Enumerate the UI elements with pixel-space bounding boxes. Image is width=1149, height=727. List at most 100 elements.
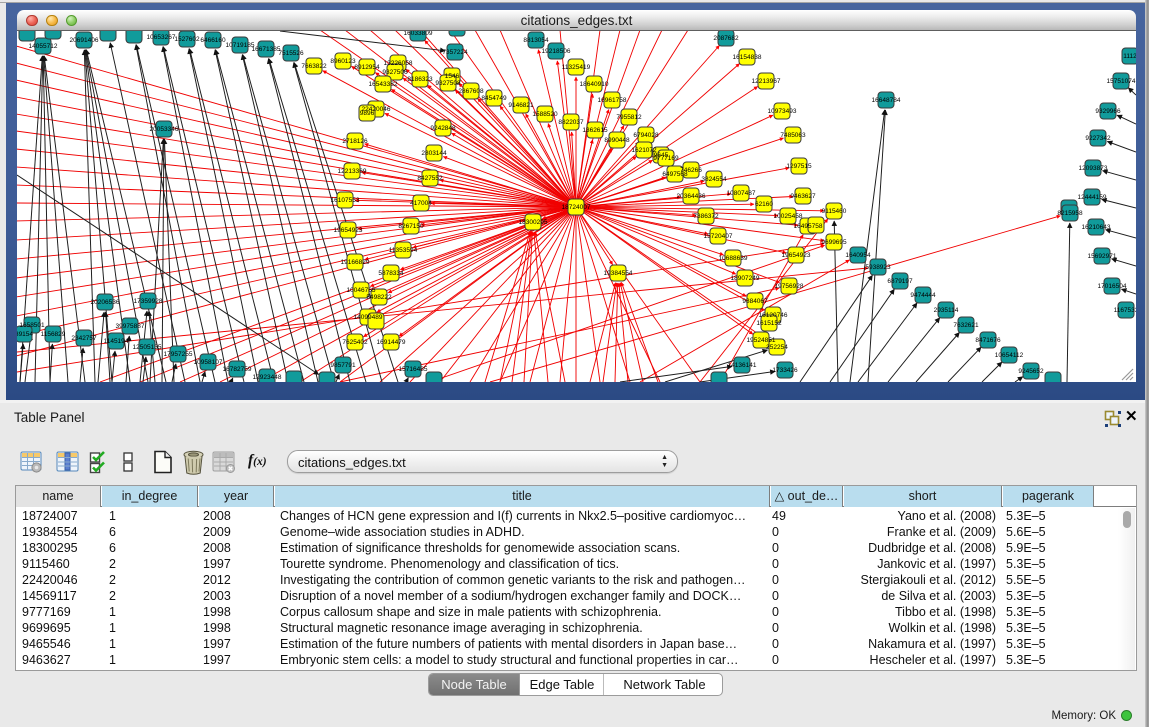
svg-text:2867608: 2867608 xyxy=(458,88,484,95)
svg-text:15692971: 15692971 xyxy=(1088,253,1117,260)
svg-text:16154838: 16154838 xyxy=(733,54,762,61)
svg-text:19218506: 19218506 xyxy=(542,48,571,55)
svg-text:16671385: 16671385 xyxy=(252,46,281,53)
svg-text:2935114: 2935114 xyxy=(934,307,959,314)
svg-text:39154: 39154 xyxy=(17,331,33,338)
svg-text:8454749: 8454749 xyxy=(481,95,507,102)
svg-text:19166829: 19166829 xyxy=(341,259,370,266)
svg-text:7955812: 7955812 xyxy=(616,114,642,121)
svg-text:19654923: 19654923 xyxy=(334,227,363,234)
svg-text:1112: 1112 xyxy=(1123,53,1136,60)
svg-text:12093873: 12093873 xyxy=(1079,165,1108,172)
svg-text:20364436: 20364436 xyxy=(677,193,706,200)
svg-text:9699695: 9699695 xyxy=(821,239,847,246)
svg-text:1588520: 1588520 xyxy=(532,111,558,118)
svg-text:1362615: 1362615 xyxy=(582,127,608,134)
svg-text:9474444: 9474444 xyxy=(910,292,936,299)
svg-text:14136141: 14136141 xyxy=(728,362,757,369)
svg-text:7632621: 7632621 xyxy=(953,322,979,329)
svg-text:39975887: 39975887 xyxy=(116,323,145,330)
svg-text:11353594: 11353594 xyxy=(389,247,418,254)
svg-text:20691406: 20691406 xyxy=(70,37,99,44)
svg-text:8471676: 8471676 xyxy=(975,337,1001,344)
svg-text:1167533: 1167533 xyxy=(1114,307,1136,314)
svg-text:6879197: 6879197 xyxy=(887,278,913,285)
svg-text:8186323: 8186323 xyxy=(407,76,433,83)
svg-text:10653267: 10653267 xyxy=(147,34,176,41)
svg-text:18907249: 18907249 xyxy=(731,275,760,282)
svg-text:5498222: 5498222 xyxy=(366,294,392,301)
svg-text:12213967: 12213967 xyxy=(752,78,781,85)
svg-text:3824554: 3824554 xyxy=(701,176,727,183)
svg-text:6794028: 6794028 xyxy=(633,132,659,139)
svg-text:8813054: 8813054 xyxy=(523,37,549,44)
svg-text:17016504: 17016504 xyxy=(1098,283,1127,290)
svg-text:13226058: 13226058 xyxy=(384,60,413,67)
svg-text:10807487: 10807487 xyxy=(727,190,756,197)
svg-text:16648784: 16648784 xyxy=(872,97,901,104)
svg-text:18724007: 18724007 xyxy=(562,204,591,211)
svg-text:1145194: 1145194 xyxy=(104,338,129,345)
svg-text:2718126: 2718126 xyxy=(342,138,368,145)
svg-text:1156829: 1156829 xyxy=(41,331,66,338)
svg-text:1527602: 1527602 xyxy=(174,36,200,43)
svg-text:16495758: 16495758 xyxy=(794,223,823,230)
svg-text:9146821: 9146821 xyxy=(508,102,534,109)
svg-text:10719185: 10719185 xyxy=(226,42,255,49)
svg-text:8912954: 8912954 xyxy=(354,64,380,71)
svg-text:16120746: 16120746 xyxy=(759,312,788,319)
svg-text:19756928: 19756928 xyxy=(775,283,804,290)
svg-text:12505135: 12505135 xyxy=(133,344,162,351)
svg-text:19654923: 19654923 xyxy=(782,252,811,259)
svg-text:1546: 1546 xyxy=(445,73,460,80)
svg-text:9884067: 9884067 xyxy=(742,298,768,305)
svg-text:11325419: 11325419 xyxy=(562,64,591,71)
svg-text:16107553: 16107553 xyxy=(331,197,360,204)
svg-text:16914479: 16914479 xyxy=(377,339,406,346)
svg-text:1658501: 1658501 xyxy=(19,322,45,329)
svg-text:16782759: 16782759 xyxy=(223,366,252,373)
svg-text:6466160: 6466160 xyxy=(200,37,226,44)
svg-text:7485063: 7485063 xyxy=(780,132,806,139)
svg-text:8990448: 8990448 xyxy=(604,137,630,144)
svg-text:14099489: 14099489 xyxy=(354,314,383,321)
svg-text:12213369: 12213369 xyxy=(338,168,367,175)
svg-text:10973493: 10973493 xyxy=(768,108,797,115)
svg-text:5878334: 5878334 xyxy=(378,270,404,277)
svg-text:15720407: 15720407 xyxy=(704,233,733,240)
svg-text:16033809: 16033809 xyxy=(404,31,433,37)
svg-text:8960123: 8960123 xyxy=(330,58,356,65)
svg-text:7625402: 7625402 xyxy=(342,339,368,346)
svg-text:10025458: 10025458 xyxy=(774,213,803,220)
svg-text:15716485: 15716485 xyxy=(399,366,428,373)
svg-text:18640910: 18640910 xyxy=(580,81,609,88)
svg-text:9245652: 9245652 xyxy=(1018,368,1044,375)
svg-text:9329966: 9329966 xyxy=(1095,108,1121,115)
svg-text:9115460: 9115460 xyxy=(822,208,847,215)
svg-text:19384554: 19384554 xyxy=(604,270,633,277)
svg-text:8267150: 8267150 xyxy=(398,223,424,230)
svg-text:10654112: 10654112 xyxy=(995,352,1024,359)
svg-text:18300295: 18300295 xyxy=(519,219,548,226)
svg-text:16961758: 16961758 xyxy=(598,97,627,104)
svg-text:9896: 9896 xyxy=(360,110,375,117)
svg-text:9242848: 9242848 xyxy=(430,125,456,132)
svg-text:5938923: 5938923 xyxy=(865,264,891,271)
svg-text:8215958: 8215958 xyxy=(1057,210,1083,217)
svg-text:9227342: 9227342 xyxy=(1085,135,1111,142)
svg-text:9463627: 9463627 xyxy=(790,193,816,200)
svg-text:9777169: 9777169 xyxy=(653,155,679,162)
svg-text:20206536: 20206536 xyxy=(91,299,120,306)
svg-text:15751074: 15751074 xyxy=(1107,78,1136,85)
svg-text:10046765: 10046765 xyxy=(347,287,376,294)
svg-text:12444159: 12444159 xyxy=(1078,194,1107,201)
svg-text:2342757: 2342757 xyxy=(71,335,97,342)
svg-text:2087682: 2087682 xyxy=(713,35,739,42)
svg-text:9857791: 9857791 xyxy=(330,362,356,369)
svg-text:7357224: 7357224 xyxy=(442,49,468,56)
svg-text:252254: 252254 xyxy=(766,344,788,351)
svg-text:17957255: 17957255 xyxy=(164,351,193,358)
svg-text:1615152: 1615152 xyxy=(756,320,782,327)
svg-text:8822037: 8822037 xyxy=(558,119,584,126)
svg-text:12923448: 12923448 xyxy=(253,374,282,381)
